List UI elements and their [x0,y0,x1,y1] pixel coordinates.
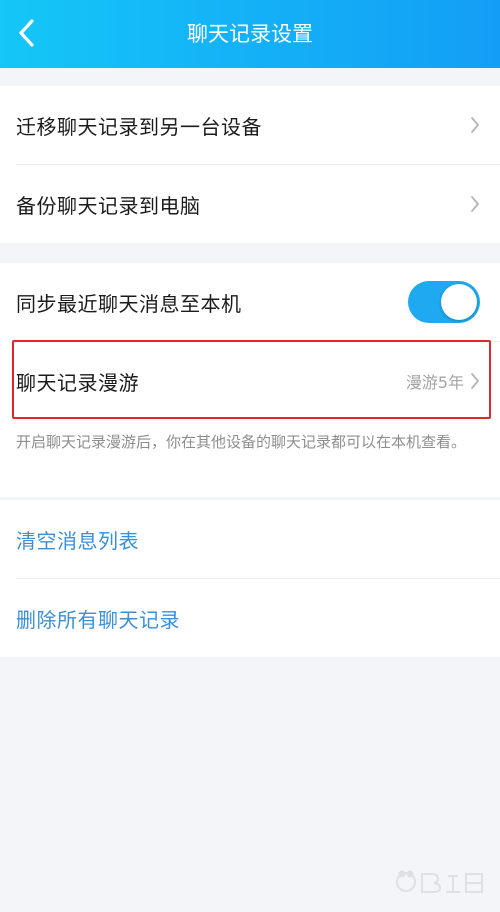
chat-roaming-value: 漫游5年 [405,373,464,392]
migrate-records-row[interactable]: 迁移聊天记录到另一台设备 [0,86,500,164]
sync-recent-messages-toggle[interactable] [408,281,480,323]
clear-actions-group: 清空消息列表 删除所有聊天记录 [0,500,500,657]
backup-to-computer-label: 备份聊天记录到电脑 [16,193,201,218]
chevron-right-icon [471,373,479,389]
toggle-knob [441,284,477,320]
clear-message-list-label: 清空消息列表 [16,528,139,553]
delete-all-records-row[interactable]: 删除所有聊天记录 [0,579,500,657]
sync-recent-messages-label: 同步最近聊天消息至本机 [16,291,242,316]
sync-roaming-group: 同步最近聊天消息至本机 聊天记录漫游 漫游5年 [0,263,500,497]
chat-roaming-row[interactable]: 聊天记录漫游 漫游5年 [0,342,500,420]
delete-all-records-label: 删除所有聊天记录 [16,607,180,632]
clear-message-list-row[interactable]: 清空消息列表 [0,500,500,578]
sync-recent-messages-row: 同步最近聊天消息至本机 [0,263,500,341]
page-title: 聊天记录设置 [187,22,313,46]
baidu-watermark-logo [396,870,483,893]
chevron-right-icon [471,117,479,133]
roaming-hint-text: 开启聊天记录漫游后，你在其他设备的聊天记录都可以在本机查看。 [16,433,467,451]
transfer-settings-group: 迁移聊天记录到另一台设备 备份聊天记录到电脑 [0,86,500,243]
top-navigation-bar: 聊天记录设置 [0,0,500,68]
backup-to-computer-row[interactable]: 备份聊天记录到电脑 [0,165,500,243]
chat-roaming-label: 聊天记录漫游 [16,370,139,395]
migrate-records-label: 迁移聊天记录到另一台设备 [16,114,262,139]
chevron-right-icon [471,196,479,212]
